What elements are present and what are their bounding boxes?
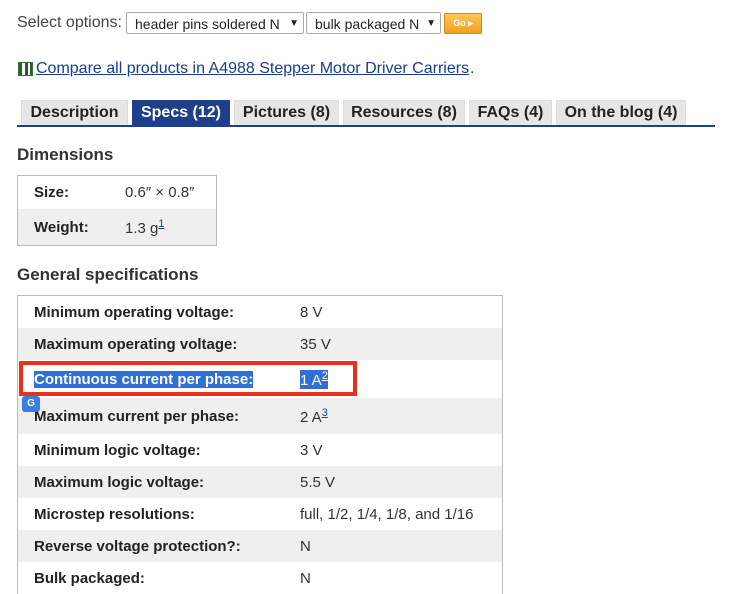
- spec-label: Minimum logic voltage:: [34, 441, 201, 459]
- table-row: Maximum logic voltage: 5.5 V: [18, 466, 502, 498]
- general-specifications-table: Minimum operating voltage: 8 V Maximum o…: [17, 295, 503, 594]
- general-specifications-heading: General specifications: [17, 265, 199, 284]
- dimensions-table: Size: 0.6″ × 0.8″ Weight: 1.3 g1: [17, 175, 217, 246]
- spec-value: 2 A3: [300, 406, 328, 426]
- spec-value: 35 V: [300, 335, 331, 353]
- spec-value: 0.6″ × 0.8″: [125, 184, 195, 201]
- footnote-link[interactable]: 1: [158, 218, 164, 230]
- select-options-label: Select options:: [17, 14, 122, 31]
- table-row: Maximum current per phase: 2 A3: [18, 398, 502, 434]
- table-row: Minimum logic voltage: 3 V: [18, 434, 502, 466]
- table-row: Weight: 1.3 g1: [18, 209, 216, 245]
- spec-label: Weight:: [34, 218, 89, 236]
- table-row: Maximum operating voltage: 35 V: [18, 328, 502, 360]
- spec-value: full, 1/2, 1/4, 1/8, and 1/16: [300, 505, 474, 523]
- spec-value: N: [300, 569, 311, 587]
- compare-table-icon: [18, 62, 33, 76]
- spec-label: Bulk packaged:: [34, 569, 145, 587]
- spec-label: Size:: [34, 184, 70, 201]
- spec-label: Maximum current per phase:: [34, 407, 240, 425]
- spec-value: 3 V: [300, 441, 323, 459]
- spec-value: N: [300, 537, 311, 555]
- table-row: Reverse voltage protection?: N: [18, 530, 502, 562]
- spec-value: 1.3 g1: [125, 217, 165, 237]
- google-translate-icon[interactable]: G: [22, 396, 40, 412]
- bulk-packaged-select-value: bulk packaged N: [315, 16, 420, 32]
- tabs-underline: [17, 125, 715, 127]
- spec-label: Reverse voltage protection?:: [34, 537, 241, 555]
- tab-specs[interactable]: Specs (12): [132, 100, 230, 126]
- tab-pictures[interactable]: Pictures (8): [234, 100, 339, 126]
- compare-link-period: .: [470, 60, 475, 77]
- highlight-annotation-box: [19, 361, 357, 396]
- compare-products-link[interactable]: Compare all products in A4988 Stepper Mo…: [36, 60, 469, 78]
- dropdown-arrow-icon: ▼: [289, 18, 299, 29]
- spec-label: Microstep resolutions:: [34, 505, 195, 523]
- header-pins-select[interactable]: header pins soldered N ▼: [126, 12, 304, 34]
- tab-resources[interactable]: Resources (8): [343, 100, 465, 126]
- dropdown-arrow-icon: ▼: [426, 18, 436, 29]
- tab-on-the-blog[interactable]: On the blog (4): [556, 100, 686, 126]
- footnote-link[interactable]: 3: [322, 407, 328, 419]
- tab-description[interactable]: Description: [21, 100, 128, 126]
- go-button[interactable]: Go ▸: [444, 13, 482, 34]
- table-row: Size: 0.6″ × 0.8″: [18, 176, 216, 209]
- table-row: Bulk packaged: N: [18, 562, 502, 594]
- spec-value: 8 V: [300, 303, 323, 321]
- table-row: Microstep resolutions: full, 1/2, 1/4, 1…: [18, 498, 502, 530]
- bulk-packaged-select[interactable]: bulk packaged N ▼: [306, 12, 441, 34]
- tab-faqs[interactable]: FAQs (4): [469, 100, 552, 126]
- spec-label: Maximum logic voltage:: [34, 473, 205, 491]
- spec-label: Maximum operating voltage:: [34, 335, 238, 353]
- spec-label: Minimum operating voltage:: [34, 303, 235, 321]
- dimensions-heading: Dimensions: [17, 145, 114, 164]
- header-pins-select-value: header pins soldered N: [135, 16, 280, 32]
- table-row: Minimum operating voltage: 8 V: [18, 296, 502, 328]
- spec-value: 5.5 V: [300, 473, 336, 491]
